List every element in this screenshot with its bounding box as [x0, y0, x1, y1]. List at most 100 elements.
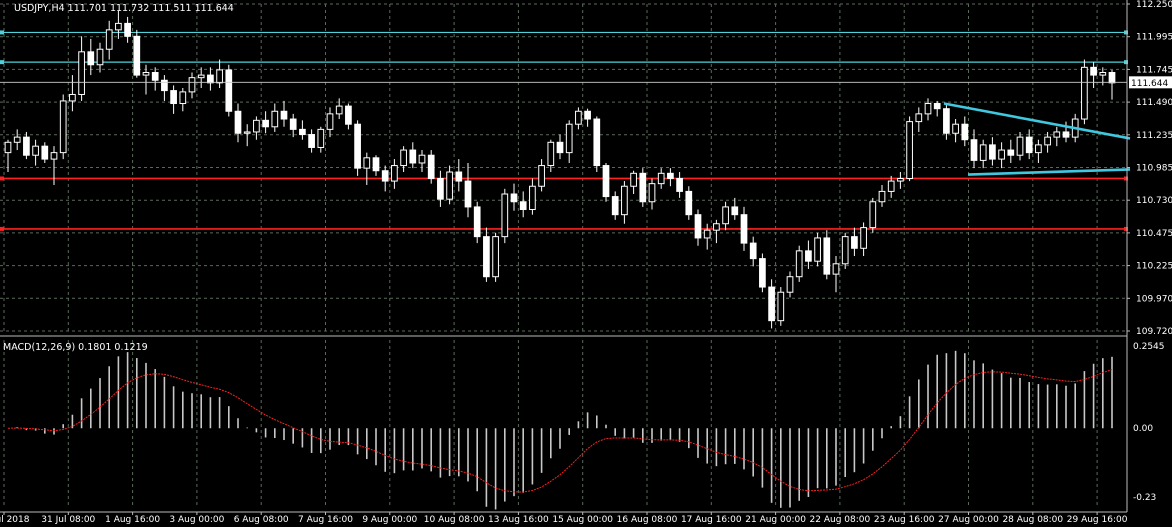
price-tick-label: 112.250	[1136, 0, 1172, 10]
candle-bull	[197, 74, 205, 79]
time-tick-label: 7 Aug 16:00	[298, 515, 353, 525]
level-handle	[0, 30, 4, 35]
candle-bull	[69, 93, 76, 102]
candle-bull	[446, 171, 453, 200]
time-tick-label: 31 Jul 08:00	[41, 515, 95, 525]
candle-bull	[363, 157, 371, 169]
candle-bear	[639, 172, 647, 203]
candle-bull	[4, 141, 12, 154]
candle-bull	[906, 121, 913, 179]
candle-bull	[253, 119, 260, 133]
candle-bear	[23, 136, 30, 156]
price-tick-label: 110.225	[1136, 262, 1172, 272]
candle-bull	[1016, 136, 1024, 156]
candle-bull	[713, 223, 720, 231]
candle-bear	[1007, 149, 1015, 156]
candle-bull	[547, 141, 555, 167]
candle-bull	[50, 152, 58, 160]
candle-bear	[289, 118, 297, 130]
candle-bear	[133, 35, 141, 76]
candle-bear	[584, 110, 591, 120]
chart-title: USDJPY,H4 111.701 111.732 111.511 111.64…	[14, 3, 234, 14]
candle-bull	[501, 193, 509, 238]
candle-bull	[878, 190, 886, 203]
candle-bear	[851, 236, 858, 249]
candle-bull	[869, 201, 877, 229]
candle-bear	[483, 236, 490, 278]
candle-bear	[519, 201, 527, 211]
candle-bear	[805, 250, 812, 262]
price-chart[interactable]: 112.250 111.995 111.745 111.490 111.235 110.9…	[0, 0, 1172, 527]
candle-bull	[59, 100, 67, 154]
candle-bull	[924, 103, 932, 115]
candle-bull	[979, 144, 987, 161]
time-tick-label: 16 Aug 08:00	[617, 515, 678, 525]
candle-bull	[115, 22, 122, 31]
candle-bear	[611, 196, 619, 216]
candle-bear	[933, 103, 941, 110]
candle-bull	[565, 123, 573, 154]
time-tick-label: 21 Aug 00:00	[745, 515, 806, 525]
price-tick-label: 111.235	[1136, 131, 1172, 141]
candle-bull	[897, 177, 904, 182]
price-tick-label: 111.995	[1136, 33, 1172, 43]
candle-bull	[1035, 144, 1042, 154]
candle-bear	[685, 190, 693, 216]
price-tick-label: 111.745	[1136, 65, 1172, 75]
candle-bear	[409, 149, 417, 164]
price-tick-label: 111.490	[1136, 98, 1172, 108]
candle-bull	[648, 183, 656, 203]
time-tick-label: 28 Aug 08:00	[1002, 515, 1063, 525]
candle-bear	[234, 110, 242, 134]
candle-bull	[492, 236, 499, 278]
candle-bear	[676, 177, 683, 192]
chart-background	[0, 0, 1172, 527]
time-tick-label: 22 Aug 08:00	[810, 515, 871, 525]
candle-bull	[722, 206, 729, 225]
time-tick-label: 27 Aug 00:00	[938, 515, 999, 525]
candle-bull	[860, 227, 867, 249]
candle-bear	[225, 69, 233, 112]
candle-bear	[262, 119, 269, 128]
candle-bull	[1099, 72, 1107, 76]
candle-bull	[32, 145, 39, 156]
candle-bear	[372, 157, 380, 172]
time-tick-label: 3 Aug 00:00	[169, 515, 224, 525]
candle-bear	[87, 51, 95, 66]
time-tick-label: 1 Aug 16:00	[105, 515, 160, 525]
candle-bear	[740, 214, 748, 244]
price-tick-label: 109.970	[1136, 294, 1172, 304]
time-tick-label: 9 Aug 00:00	[362, 515, 417, 525]
candle-bear	[759, 258, 766, 288]
candle-bull	[105, 29, 113, 50]
candle-bear	[667, 172, 674, 179]
time-tick-label: 15 Aug 00:00	[552, 515, 613, 525]
candle-bull	[418, 154, 426, 164]
time-tick-label: 10 Aug 08:00	[424, 515, 485, 525]
candle-bear	[151, 72, 159, 81]
candle-bear	[161, 79, 168, 92]
level-handle	[0, 176, 4, 181]
candle-bull	[887, 180, 895, 192]
candle-bear	[556, 141, 564, 154]
price-tick-label: 109.720	[1136, 327, 1172, 337]
price-tick-label: 110.985	[1136, 164, 1172, 174]
candle-bull	[777, 291, 785, 322]
candle-bull	[188, 77, 196, 93]
candle-bull	[78, 51, 85, 95]
candle-bull	[1053, 131, 1061, 138]
macd-tick-label: 0.2545	[1133, 342, 1165, 352]
candle-bull	[952, 123, 959, 134]
candle-bear	[41, 145, 49, 160]
candle-bear	[354, 123, 361, 169]
candle-bull	[391, 165, 398, 182]
candle-bull	[13, 136, 21, 143]
candle-bear	[207, 74, 214, 84]
candle-bull	[317, 128, 325, 148]
time-tick-label: 23 Aug 16:00	[874, 515, 935, 525]
candle-bear	[1108, 72, 1116, 84]
time-tick-label: 13 Aug 16:00	[488, 515, 549, 525]
candle-bull	[538, 165, 545, 187]
candle-bull	[271, 110, 279, 128]
candle-bear	[381, 170, 389, 182]
